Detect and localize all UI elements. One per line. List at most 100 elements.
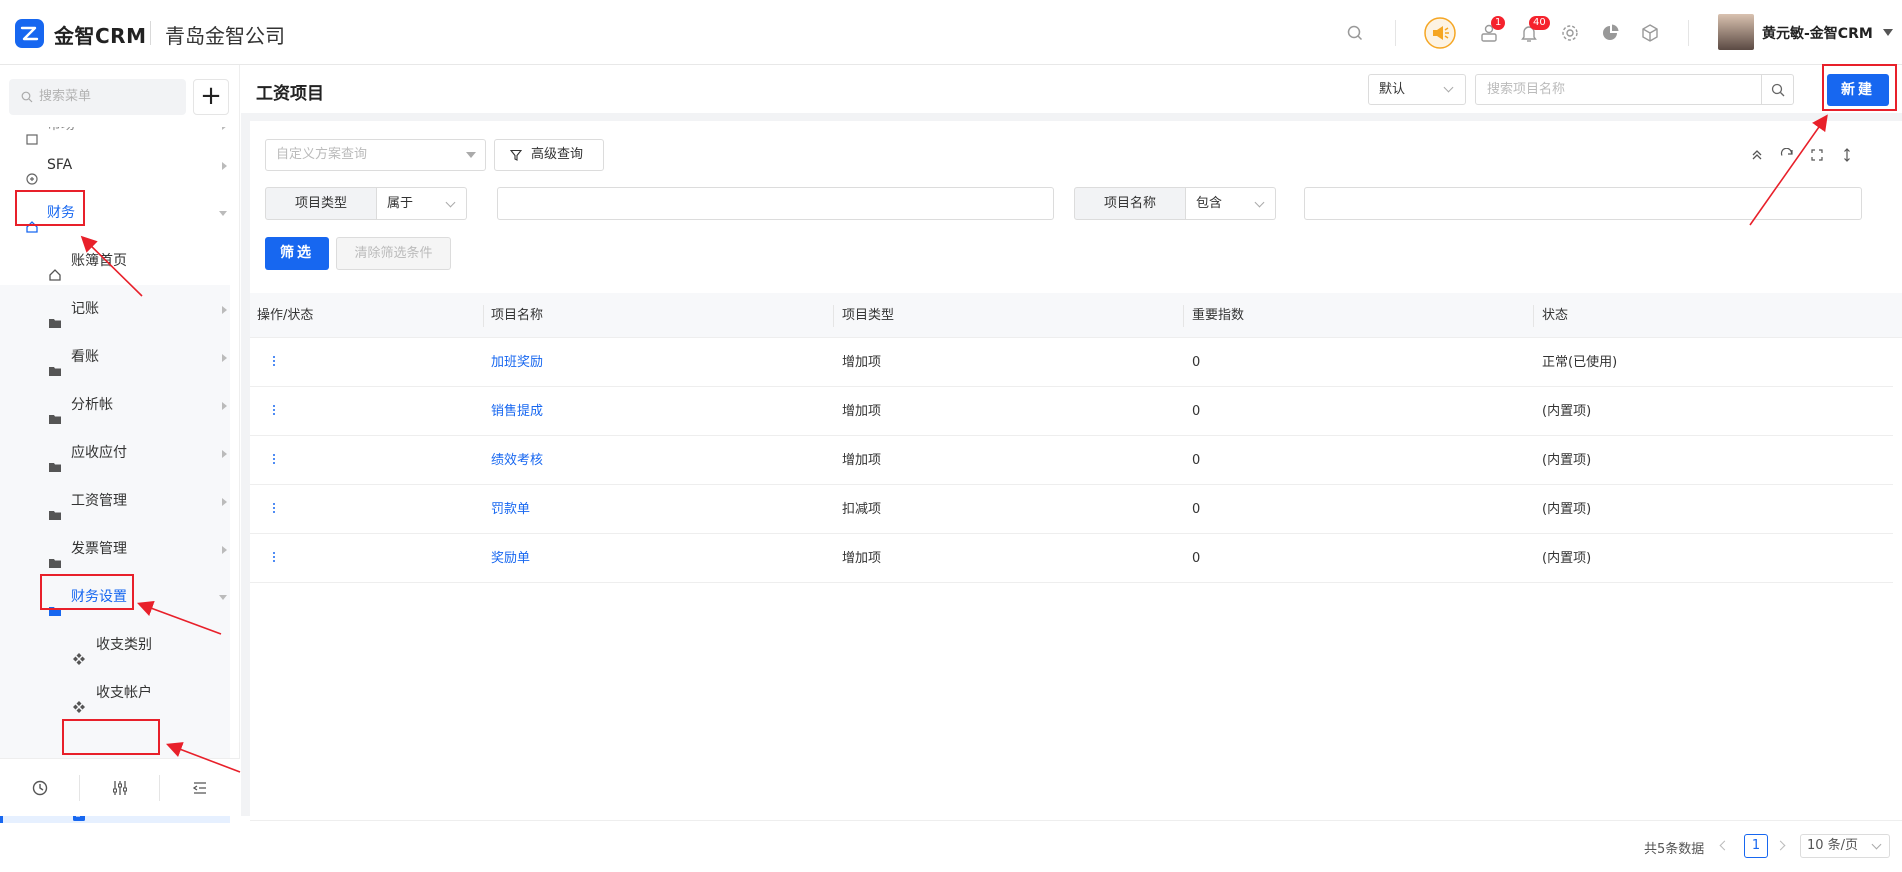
user-name[interactable]: 黄元敏-金智CRM [1762,23,1873,43]
pagination-total: 共5条数据 [1644,842,1705,857]
filter-project-type-operator[interactable]: 属于 [377,187,467,220]
diamond-grid-icon [72,686,86,713]
user-menu-caret-icon[interactable] [1883,29,1893,36]
saved-query-placeholder: 自定义方案查询 [276,147,368,162]
row-actions-icon[interactable] [272,503,276,517]
table-row[interactable]: 加班奖励 增加项 0 正常(已使用) [250,338,1893,387]
project-search-button[interactable] [1761,74,1794,105]
filter-project-name-operator[interactable]: 包含 [1186,187,1276,220]
collapse-menu-icon[interactable] [191,779,209,797]
sidebar-item-finance-settings[interactable]: 财务设置 [0,573,230,621]
sidebar-item-salary-management[interactable]: 工资管理 [0,477,230,525]
chevron-right-icon [222,546,227,554]
home-icon [48,254,62,281]
sidebar-footer [0,758,240,816]
saved-query-select[interactable]: 自定义方案查询 [265,139,486,171]
sidebar-item-view-accounts[interactable]: 看账 [0,333,230,381]
sidebar-item-label: 账簿首页 [71,253,127,269]
cube-icon[interactable] [1639,22,1661,44]
market-icon [25,127,39,145]
header-divider [1688,20,1689,46]
header-divider [1395,20,1396,46]
sidebar-item-invoice-management[interactable]: 发票管理 [0,525,230,573]
advanced-query-button[interactable]: 高级查询 [494,139,604,171]
table-row[interactable]: 奖励单 增加项 0 (内置项) [250,534,1893,583]
promotion-icon[interactable] [1424,17,1456,49]
page-title: 工资项目 [256,84,324,104]
cell-importance: 0 [1192,355,1201,370]
cell-name[interactable]: 销售提成 [491,387,543,436]
cell-importance: 0 [1192,502,1201,517]
filter-project-type-input[interactable] [497,187,1054,220]
column-header-type[interactable]: 项目类型 [842,293,894,338]
user-avatar[interactable] [1718,14,1754,50]
refresh-icon[interactable] [1780,147,1794,162]
brand-name[interactable]: 金智CRM [54,20,146,49]
view-select[interactable]: 默认 [1368,74,1466,105]
operator-value: 属于 [387,196,414,211]
search-icon[interactable] [1344,22,1366,44]
sidebar-item-bookkeeping[interactable]: 记账 [0,285,230,333]
sidebar-item-label: 记账 [71,301,99,317]
fullscreen-icon[interactable] [1810,148,1824,162]
cell-importance: 0 [1192,551,1201,566]
clear-filter-button[interactable]: 清除筛选条件 [336,237,451,270]
operator-value: 包含 [1196,196,1223,211]
sidebar-item-receivables[interactable]: 应收应付 [0,429,230,477]
sidebar-item-income-accounts[interactable]: 收支帐户 [0,669,230,717]
chevron-right-icon [222,306,227,314]
column-header-name[interactable]: 项目名称 [491,293,543,338]
column-header-status[interactable]: 状态 [1542,293,1568,338]
filter-project-name-input[interactable] [1304,187,1862,220]
table-row[interactable]: 罚款单 扣减项 0 (内置项) [250,485,1893,534]
sidebar-item-sfa[interactable]: SFA [0,141,230,189]
cell-importance: 0 [1192,404,1201,419]
cell-name[interactable]: 绩效考核 [491,436,543,485]
company-name[interactable]: 青岛金智公司 [165,20,285,49]
menu-search-input[interactable]: 搜索菜单 [9,79,186,115]
sidebar-item-finance[interactable]: 财务 [0,189,230,237]
sidebar-item-label: 应收应付 [71,445,127,461]
menu-search-placeholder: 搜索菜单 [39,89,92,104]
sidebar-item-analysis[interactable]: 分析帐 [0,381,230,429]
row-actions-icon[interactable] [272,356,276,370]
sidebar-item-ledger-home[interactable]: 账簿首页 [0,237,230,285]
new-button[interactable]: 新建 [1827,74,1889,106]
table-row[interactable]: 销售提成 增加项 0 (内置项) [250,387,1893,436]
brand-logo-icon[interactable] [15,19,44,48]
sliders-icon[interactable] [111,779,129,797]
sidebar-item-income-categories[interactable]: 收支类别 [0,621,230,669]
row-actions-icon[interactable] [272,552,276,566]
next-page-icon[interactable] [1775,840,1786,851]
cell-type: 增加项 [842,355,882,370]
sidebar-item-label: 看账 [71,349,99,365]
pie-chart-icon[interactable] [1599,22,1621,44]
chevron-right-icon [222,402,227,410]
row-actions-icon[interactable] [272,405,276,419]
column-divider [833,305,834,327]
sidebar-item-label: 收支类别 [96,637,152,653]
chevron-right-icon [222,127,227,130]
cell-name[interactable]: 奖励单 [491,534,530,583]
collapse-up-icon[interactable] [1750,148,1764,162]
sidebar-menu: 市场 SFA 财务 账簿首页 记账 看账 分析帐 [0,127,230,823]
advanced-query-label: 高级查询 [531,147,584,162]
page-size-select[interactable]: 10 条/页 [1800,834,1890,858]
project-search-input[interactable]: 搜索项目名称 [1475,74,1762,105]
add-menu-button[interactable]: + [193,79,229,115]
row-height-icon[interactable] [1840,148,1854,162]
row-actions-icon[interactable] [272,454,276,468]
gear-icon[interactable] [1559,22,1581,44]
home-icon [25,206,39,233]
prev-page-icon[interactable] [1719,840,1730,851]
column-header-importance[interactable]: 重要指数 [1192,293,1244,338]
history-icon[interactable] [31,779,49,797]
table-row[interactable]: 绩效考核 增加项 0 (内置项) [250,436,1893,485]
cell-name[interactable]: 罚款单 [491,485,530,534]
filter-button[interactable]: 筛选 [265,237,329,270]
page-number-current[interactable]: 1 [1744,834,1768,858]
cell-name[interactable]: 加班奖励 [491,338,543,387]
main-content: 工资项目 默认 搜索项目名称 新建 自定义方案查询 高级查询 项目类型 属于 项… [241,65,1902,872]
chevron-right-icon [222,450,227,458]
sidebar-item-label: 分析帐 [71,397,113,413]
